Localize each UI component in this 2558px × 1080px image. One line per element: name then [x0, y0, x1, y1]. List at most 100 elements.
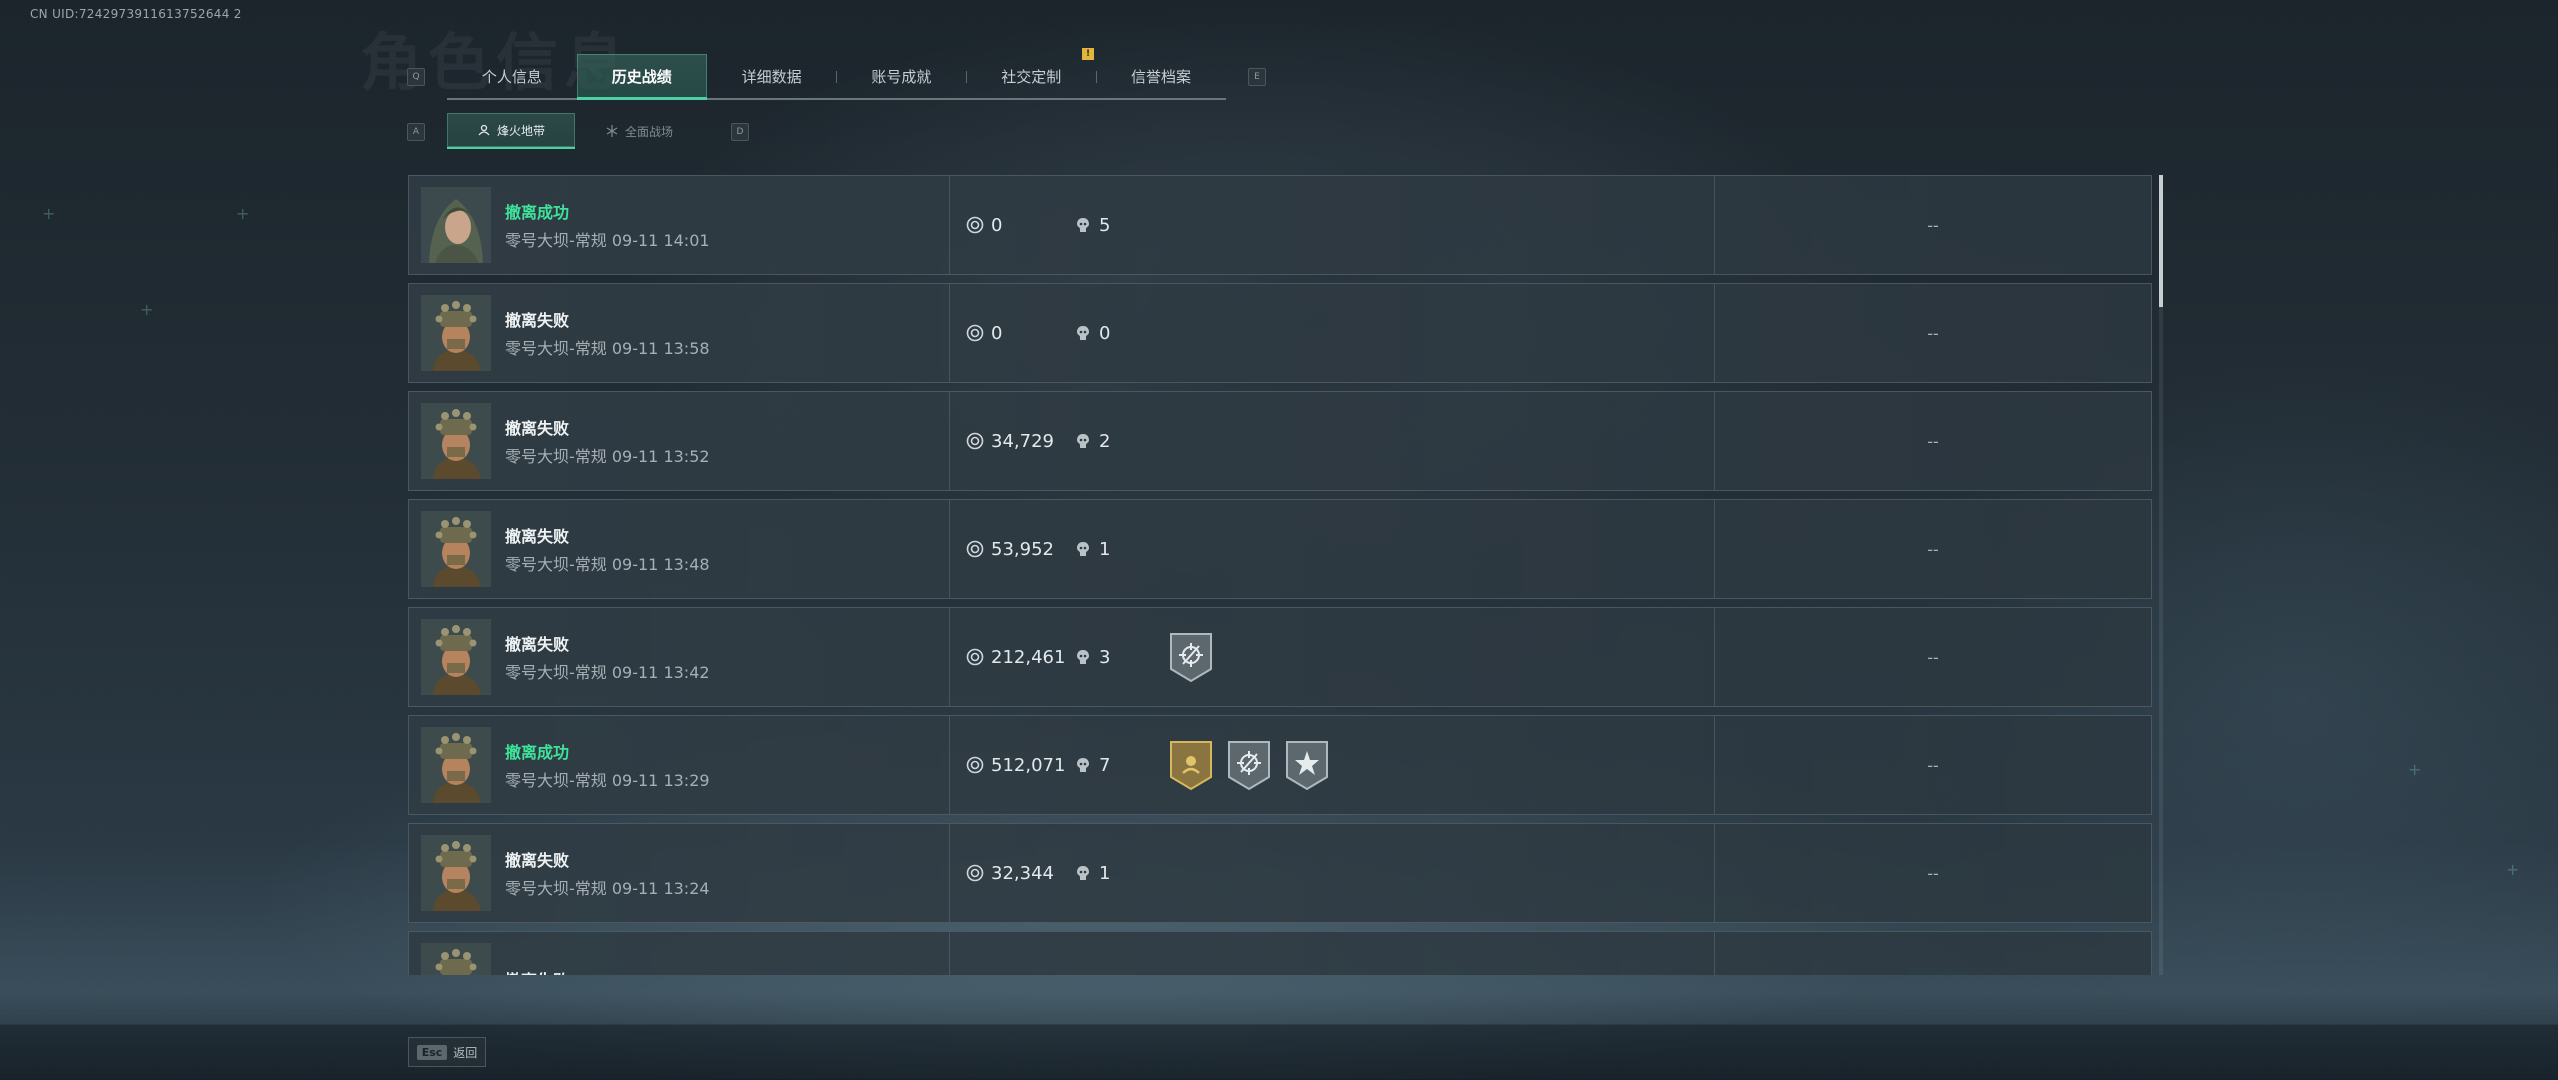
tab-1[interactable]: 历史战绩 — [576, 54, 707, 100]
star-medal-icon[interactable] — [1284, 739, 1330, 791]
operator-cell: 撤离成功 零号大坝-常规 09-11 13:29 — [409, 716, 950, 814]
map-and-time: 零号大坝-常规 09-11 14:01 — [505, 231, 710, 250]
value-text: 512,071 — [991, 754, 1066, 776]
extraction-status: 撤离失败 — [505, 967, 569, 975]
extracted-value: 212,461 — [966, 647, 1074, 668]
prev-subtab-key-hint[interactable]: A — [407, 123, 425, 141]
background-cross: + — [42, 204, 56, 223]
extracted-value: 0 — [966, 323, 1074, 344]
subtab-1[interactable]: 全面战场 — [575, 113, 703, 149]
background-cross: + — [2506, 860, 2520, 879]
background-cross: + — [236, 204, 250, 223]
kills-text: 5 — [1099, 214, 1111, 236]
value-text: 34,729 — [991, 430, 1054, 452]
map-and-time: 零号大坝-常规 09-11 13:24 — [505, 879, 710, 898]
crosshair-medal-icon[interactable] — [1226, 739, 1272, 791]
skull-icon — [1074, 324, 1092, 342]
match-info: 撤离失败 零号大坝-常规 09-11 13:48 — [505, 523, 710, 575]
medal-list — [1168, 739, 1330, 791]
bottom-bar — [0, 1024, 2558, 1080]
next-subtab-key-hint[interactable]: D — [731, 123, 749, 141]
stats-cell: 212,461 3 — [950, 608, 1715, 706]
match-record-row[interactable]: 撤离失败 零号大坝-常规 09-11 13:48 53,952 1 -- — [408, 499, 2152, 599]
extra-info-cell: -- — [1927, 323, 1939, 343]
next-tab-key-hint[interactable]: E — [1248, 68, 1266, 86]
kill-count: 1 — [1074, 539, 1168, 560]
tab-label: 详细数据 — [741, 67, 802, 86]
tab-4[interactable]: 社交定制 — [966, 54, 1096, 98]
background-cross: + — [140, 300, 154, 319]
tab-5[interactable]: 信誉档案 — [1096, 54, 1226, 98]
kills-text: 0 — [1099, 322, 1111, 344]
map-and-time: 零号大坝-常规 09-11 13:52 — [505, 447, 710, 466]
match-record-row[interactable]: 撤离失败零号大坝-常规 09-11 13:52 34,729 2 -- — [408, 391, 2152, 491]
kills-text: 1 — [1099, 538, 1111, 560]
crosshair-medal-icon[interactable] — [1168, 631, 1214, 683]
tab-label: 个人信息 — [481, 67, 542, 86]
skull-icon — [1074, 216, 1092, 234]
background-cross: + — [2408, 760, 2422, 779]
tab-3[interactable]: 账号成就 — [836, 54, 966, 98]
main-tabs: 个人信息 历史战绩 详细数据 账号成就 社交定制 信誉档案 — [447, 54, 1226, 100]
coin-icon — [966, 864, 984, 882]
subtab-0[interactable]: 烽火地带 — [447, 113, 575, 149]
operator-avatar — [421, 511, 491, 587]
stats-cell: 512,071 7 — [950, 716, 1715, 814]
operator-cell: 撤离失败 零号大坝-常规 09-11 13:58 — [409, 284, 950, 382]
operator-cell: 撤离失败零号大坝-常规 09-11 13:24 — [409, 824, 950, 922]
match-record-row[interactable]: 撤离失败 零号大坝-常规 09-11 13:58 0 0 -- — [408, 283, 2152, 383]
match-info: 撤离失败零号大坝-常规 09-11 13:52 — [505, 415, 710, 467]
battlefield-icon — [605, 124, 619, 138]
operator-avatar — [421, 835, 491, 911]
back-button[interactable]: Esc 返回 — [408, 1037, 486, 1067]
operator-cell: 撤离失败零号大坝-常规 09-11 13:52 — [409, 392, 950, 490]
match-record-row[interactable]: 撤离失败 — [408, 931, 2152, 975]
operator-avatar — [421, 187, 491, 263]
subtab-label: 全面战场 — [624, 124, 673, 139]
coin-icon — [966, 216, 984, 234]
kills-text: 3 — [1099, 646, 1111, 668]
value-text: 212,461 — [991, 646, 1066, 668]
gold-soldier-medal-icon[interactable] — [1168, 739, 1214, 791]
kill-count: 2 — [1074, 431, 1168, 452]
kill-count: 3 — [1074, 647, 1168, 668]
notification-badge: ! — [1082, 48, 1094, 60]
tab-0[interactable]: 个人信息 — [447, 54, 577, 98]
extra-info-cell: -- — [1927, 215, 1939, 235]
prev-tab-key-hint[interactable]: Q — [407, 68, 425, 86]
skull-icon — [1074, 756, 1092, 774]
match-record-row[interactable]: 撤离失败 零号大坝-常规 09-11 13:42 212,461 3 -- — [408, 607, 2152, 707]
match-record-row[interactable]: 撤离成功 零号大坝-常规 09-11 14:01 0 5 -- — [408, 175, 2152, 275]
operator-cell: 撤离失败 零号大坝-常规 09-11 13:42 — [409, 608, 950, 706]
kill-count: 1 — [1074, 863, 1168, 884]
match-info: 撤离成功 零号大坝-常规 09-11 14:01 — [505, 199, 710, 251]
map-and-time: 零号大坝-常规 09-11 13:42 — [505, 663, 710, 682]
match-record-row[interactable]: 撤离成功 零号大坝-常规 09-11 13:29 512,071 7 -- — [408, 715, 2152, 815]
scrollbar-thumb[interactable] — [2159, 175, 2163, 307]
tab-label: 社交定制 — [1001, 67, 1062, 86]
coin-icon — [966, 540, 984, 558]
esc-key-icon: Esc — [416, 1044, 448, 1060]
operator-cell: 撤离失败 零号大坝-常规 09-11 13:48 — [409, 500, 950, 598]
extra-info-cell: -- — [1927, 431, 1939, 451]
value-text: 53,952 — [991, 538, 1054, 560]
scrollbar[interactable] — [2159, 175, 2163, 975]
match-history-list: 撤离成功 零号大坝-常规 09-11 14:01 0 5 -- 撤离失败 零号大坝-常规 0… — [408, 175, 2152, 975]
operator-avatar — [421, 727, 491, 803]
stats-cell: 32,344 1 — [950, 824, 1715, 922]
map-and-time: 零号大坝-常规 09-11 13:58 — [505, 339, 710, 358]
skull-icon — [1074, 540, 1092, 558]
operator-avatar — [421, 619, 491, 695]
match-info: 撤离成功 零号大坝-常规 09-11 13:29 — [505, 739, 710, 791]
stats-cell: 34,729 2 — [950, 392, 1715, 490]
operator-avatar — [421, 295, 491, 371]
extra-info-cell: -- — [1927, 755, 1939, 775]
tab-2[interactable]: 详细数据 — [707, 54, 837, 98]
kills-text: 1 — [1099, 862, 1111, 884]
extraction-status: 撤离失败 — [505, 851, 570, 870]
match-record-row[interactable]: 撤离失败 零号大坝-常规 09-11 13:24 32,344 1 -- — [408, 823, 2152, 923]
tab-label: 历史战绩 — [611, 67, 672, 86]
map-and-time: 零号大坝-常规 09-11 13:29 — [505, 771, 710, 790]
stats-cell: 05 — [950, 176, 1715, 274]
extraction-status: 撤离失败 — [505, 419, 570, 438]
